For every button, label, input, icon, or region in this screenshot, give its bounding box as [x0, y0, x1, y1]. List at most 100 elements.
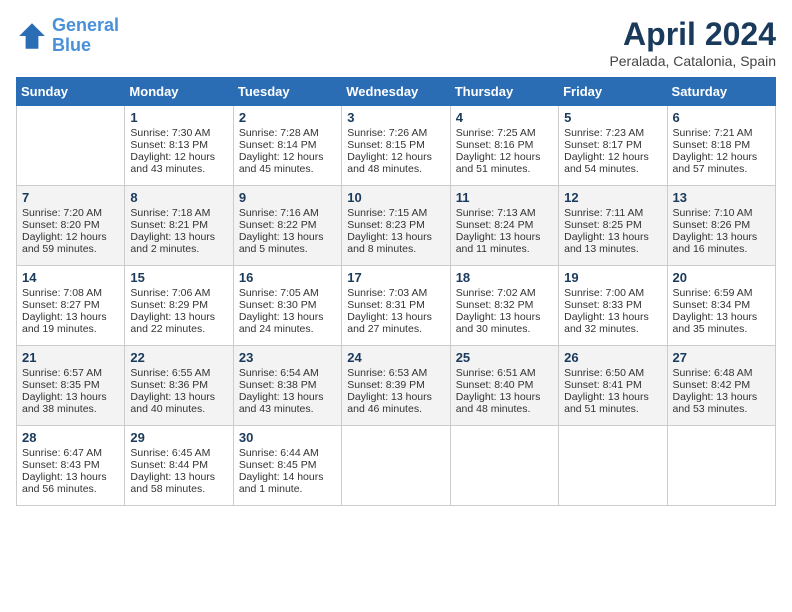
day-info-line: Sunrise: 7:08 AM: [22, 287, 119, 299]
day-info-line: Sunset: 8:42 PM: [673, 379, 770, 391]
calendar-cell: 2Sunrise: 7:28 AMSunset: 8:14 PMDaylight…: [233, 106, 341, 186]
day-info-line: and 54 minutes.: [564, 163, 661, 175]
day-info-line: Daylight: 12 hours: [456, 151, 553, 163]
day-info-line: Sunset: 8:16 PM: [456, 139, 553, 151]
day-number: 9: [239, 190, 336, 205]
logo: General Blue: [16, 16, 119, 56]
header-cell-friday: Friday: [559, 78, 667, 106]
day-info-line: Sunrise: 6:47 AM: [22, 447, 119, 459]
day-info-line: Sunrise: 7:05 AM: [239, 287, 336, 299]
calendar-cell: 22Sunrise: 6:55 AMSunset: 8:36 PMDayligh…: [125, 346, 233, 426]
day-info-line: Sunset: 8:17 PM: [564, 139, 661, 151]
day-info-line: Sunset: 8:41 PM: [564, 379, 661, 391]
day-info-line: Daylight: 13 hours: [456, 231, 553, 243]
day-info-line: Sunrise: 6:55 AM: [130, 367, 227, 379]
day-info-line: Daylight: 12 hours: [239, 151, 336, 163]
day-info-line: and 8 minutes.: [347, 243, 444, 255]
day-info-line: Sunset: 8:39 PM: [347, 379, 444, 391]
day-info-line: Sunrise: 6:59 AM: [673, 287, 770, 299]
day-info-line: Daylight: 13 hours: [239, 391, 336, 403]
day-info-line: Sunrise: 7:16 AM: [239, 207, 336, 219]
day-info-line: and 35 minutes.: [673, 323, 770, 335]
day-number: 6: [673, 110, 770, 125]
day-info-line: and 30 minutes.: [456, 323, 553, 335]
day-number: 25: [456, 350, 553, 365]
day-number: 8: [130, 190, 227, 205]
day-info-line: Sunset: 8:26 PM: [673, 219, 770, 231]
day-info-line: and 43 minutes.: [239, 403, 336, 415]
calendar-cell: 25Sunrise: 6:51 AMSunset: 8:40 PMDayligh…: [450, 346, 558, 426]
calendar-week-row: 14Sunrise: 7:08 AMSunset: 8:27 PMDayligh…: [17, 266, 776, 346]
calendar-cell: [559, 426, 667, 506]
day-info-line: Sunset: 8:22 PM: [239, 219, 336, 231]
day-number: 5: [564, 110, 661, 125]
day-info-line: Daylight: 13 hours: [130, 311, 227, 323]
day-number: 14: [22, 270, 119, 285]
day-info-line: Sunrise: 7:15 AM: [347, 207, 444, 219]
day-info-line: Sunset: 8:35 PM: [22, 379, 119, 391]
day-info-line: Sunrise: 7:23 AM: [564, 127, 661, 139]
day-info-line: Daylight: 13 hours: [130, 231, 227, 243]
day-number: 21: [22, 350, 119, 365]
day-number: 7: [22, 190, 119, 205]
day-info-line: and 46 minutes.: [347, 403, 444, 415]
calendar-table: SundayMondayTuesdayWednesdayThursdayFrid…: [16, 77, 776, 506]
calendar-cell: 17Sunrise: 7:03 AMSunset: 8:31 PMDayligh…: [342, 266, 450, 346]
day-info-line: Sunrise: 7:25 AM: [456, 127, 553, 139]
day-info-line: Daylight: 14 hours: [239, 471, 336, 483]
day-number: 10: [347, 190, 444, 205]
calendar-cell: 27Sunrise: 6:48 AMSunset: 8:42 PMDayligh…: [667, 346, 775, 426]
day-info-line: and 2 minutes.: [130, 243, 227, 255]
calendar-cell: 14Sunrise: 7:08 AMSunset: 8:27 PMDayligh…: [17, 266, 125, 346]
day-info-line: Daylight: 13 hours: [673, 391, 770, 403]
calendar-header-row: SundayMondayTuesdayWednesdayThursdayFrid…: [17, 78, 776, 106]
day-info-line: Daylight: 13 hours: [456, 391, 553, 403]
day-number: 16: [239, 270, 336, 285]
day-info-line: and 19 minutes.: [22, 323, 119, 335]
day-info-line: Daylight: 12 hours: [673, 151, 770, 163]
logo-blue: Blue: [52, 35, 91, 55]
calendar-cell: 28Sunrise: 6:47 AMSunset: 8:43 PMDayligh…: [17, 426, 125, 506]
day-info-line: Daylight: 13 hours: [239, 231, 336, 243]
month-title: April 2024: [609, 16, 776, 53]
calendar-week-row: 28Sunrise: 6:47 AMSunset: 8:43 PMDayligh…: [17, 426, 776, 506]
day-info-line: Sunrise: 6:48 AM: [673, 367, 770, 379]
title-block: April 2024 Peralada, Catalonia, Spain: [609, 16, 776, 69]
day-info-line: Daylight: 13 hours: [564, 391, 661, 403]
day-info-line: Sunrise: 7:21 AM: [673, 127, 770, 139]
calendar-cell: 3Sunrise: 7:26 AMSunset: 8:15 PMDaylight…: [342, 106, 450, 186]
day-info-line: Sunrise: 7:18 AM: [130, 207, 227, 219]
header-cell-thursday: Thursday: [450, 78, 558, 106]
day-number: 29: [130, 430, 227, 445]
calendar-cell: 1Sunrise: 7:30 AMSunset: 8:13 PMDaylight…: [125, 106, 233, 186]
day-info-line: Daylight: 13 hours: [347, 231, 444, 243]
day-info-line: and 51 minutes.: [456, 163, 553, 175]
calendar-cell: 18Sunrise: 7:02 AMSunset: 8:32 PMDayligh…: [450, 266, 558, 346]
day-info-line: Daylight: 13 hours: [456, 311, 553, 323]
day-info-line: Sunset: 8:14 PM: [239, 139, 336, 151]
day-number: 30: [239, 430, 336, 445]
day-info-line: Sunset: 8:30 PM: [239, 299, 336, 311]
day-info-line: Sunrise: 7:20 AM: [22, 207, 119, 219]
day-info-line: and 57 minutes.: [673, 163, 770, 175]
day-info-line: Sunset: 8:15 PM: [347, 139, 444, 151]
calendar-cell: 6Sunrise: 7:21 AMSunset: 8:18 PMDaylight…: [667, 106, 775, 186]
day-info-line: Sunset: 8:21 PM: [130, 219, 227, 231]
day-info-line: Daylight: 13 hours: [564, 231, 661, 243]
day-info-line: and 38 minutes.: [22, 403, 119, 415]
day-info-line: Sunset: 8:29 PM: [130, 299, 227, 311]
day-info-line: Sunset: 8:13 PM: [130, 139, 227, 151]
calendar-cell: 20Sunrise: 6:59 AMSunset: 8:34 PMDayligh…: [667, 266, 775, 346]
day-info-line: Daylight: 12 hours: [22, 231, 119, 243]
day-info-line: and 1 minute.: [239, 483, 336, 495]
calendar-cell: 29Sunrise: 6:45 AMSunset: 8:44 PMDayligh…: [125, 426, 233, 506]
day-info-line: Sunrise: 7:00 AM: [564, 287, 661, 299]
day-info-line: Sunset: 8:25 PM: [564, 219, 661, 231]
day-info-line: and 53 minutes.: [673, 403, 770, 415]
day-info-line: Sunrise: 7:26 AM: [347, 127, 444, 139]
day-info-line: and 56 minutes.: [22, 483, 119, 495]
day-number: 4: [456, 110, 553, 125]
calendar-week-row: 1Sunrise: 7:30 AMSunset: 8:13 PMDaylight…: [17, 106, 776, 186]
day-info-line: Sunset: 8:33 PM: [564, 299, 661, 311]
day-info-line: Sunrise: 7:13 AM: [456, 207, 553, 219]
